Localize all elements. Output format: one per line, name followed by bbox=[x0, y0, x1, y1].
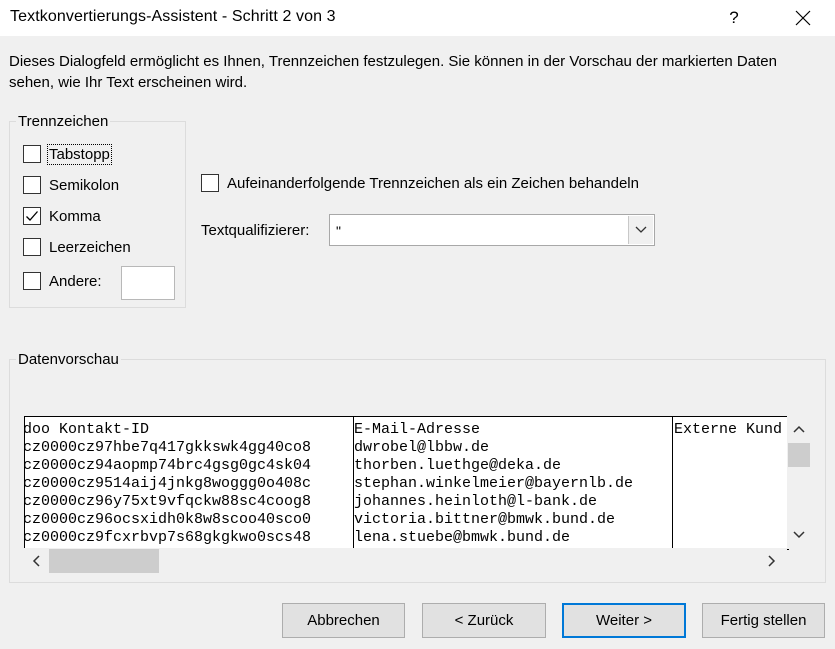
tab-checkbox[interactable] bbox=[23, 145, 41, 163]
space-label: Leerzeichen bbox=[49, 238, 131, 256]
preview-column-1[interactable]: doo Kontakt-ID cz0000cz97hbe7q417gkkswk4… bbox=[25, 417, 353, 549]
preview-column-2[interactable]: E-Mail-Adresse dwrobel@lbbw.de thorben.l… bbox=[354, 417, 672, 549]
next-button[interactable]: Weiter > bbox=[562, 603, 686, 638]
intro-text: Dieses Dialogfeld ermöglicht es Ihnen, T… bbox=[9, 53, 777, 91]
consecutive-checkbox[interactable] bbox=[201, 174, 219, 192]
other-checkbox[interactable] bbox=[23, 272, 41, 290]
preview-cell: cz0000cz9fcxrbvp7s68gkgkwo0scs48 bbox=[24, 529, 312, 546]
consecutive-label: Aufeinanderfolgende Trennzeichen als ein… bbox=[227, 174, 639, 192]
qualifier-dropdown-button[interactable] bbox=[628, 216, 653, 244]
tab-label: Tabstopp bbox=[47, 143, 112, 165]
semicolon-label: Semikolon bbox=[49, 176, 120, 194]
chevron-down-icon bbox=[635, 226, 647, 233]
finish-button[interactable]: Fertig stellen bbox=[702, 603, 825, 638]
chevron-left-icon bbox=[32, 555, 40, 567]
preview-cell: dwrobel@lbbw.de bbox=[354, 439, 490, 456]
semicolon-checkbox[interactable] bbox=[23, 176, 41, 194]
preview-cell: victoria.bittner@bmwk.bund.de bbox=[354, 511, 616, 528]
chevron-down-icon bbox=[793, 531, 805, 539]
preview-cell: cz0000cz96y75xt9vfqckw88sc4coog8 bbox=[24, 493, 312, 510]
preview-vertical-scrollbar[interactable] bbox=[787, 416, 811, 549]
qualifier-label: Textqualifizierer: bbox=[201, 222, 310, 239]
consecutive-option[interactable]: Aufeinanderfolgende Trennzeichen als ein… bbox=[201, 174, 639, 192]
delimiter-comma-option[interactable]: Komma bbox=[23, 207, 101, 225]
scroll-up-button[interactable] bbox=[789, 419, 809, 439]
delimiter-other-option[interactable]: Andere: bbox=[23, 272, 102, 290]
other-delimiter-input[interactable] bbox=[121, 266, 175, 300]
qualifier-select[interactable]: " bbox=[329, 214, 655, 246]
delimiter-space-option[interactable]: Leerzeichen bbox=[23, 238, 131, 256]
comma-label: Komma bbox=[49, 207, 101, 225]
delimiter-tab-option[interactable]: Tabstopp bbox=[23, 143, 112, 165]
delimiter-semicolon-option[interactable]: Semikolon bbox=[23, 176, 119, 194]
cancel-button[interactable]: Abbrechen bbox=[282, 603, 405, 638]
horizontal-scroll-thumb[interactable] bbox=[49, 549, 159, 573]
window-title: Textkonvertierungs-Assistent - Schritt 2… bbox=[10, 8, 336, 25]
preview-cell: thorben.luethge@deka.de bbox=[354, 457, 562, 474]
preview-column-3[interactable]: Externe Kund bbox=[673, 417, 788, 549]
checkmark-icon bbox=[26, 211, 38, 221]
preview-cell: cz0000cz96ocsxidh0k8w8scoo40sco0 bbox=[24, 511, 312, 528]
comma-checkbox[interactable] bbox=[23, 207, 41, 225]
back-button[interactable]: < Zurück bbox=[422, 603, 546, 638]
scroll-left-button[interactable] bbox=[26, 551, 46, 571]
preview-header-2: E-Mail-Adresse bbox=[354, 421, 481, 438]
preview-cell: lena.stuebe@bmwk.bund.de bbox=[354, 529, 571, 546]
preview-cell: johannes.heinloth@l-bank.de bbox=[354, 493, 598, 510]
chevron-right-icon bbox=[768, 555, 776, 567]
vertical-scroll-thumb[interactable] bbox=[788, 443, 810, 467]
help-button[interactable]: ? bbox=[716, 0, 752, 36]
preview-horizontal-scrollbar[interactable] bbox=[24, 548, 787, 574]
other-label: Andere: bbox=[49, 272, 102, 290]
scroll-down-button[interactable] bbox=[789, 525, 809, 545]
preview-cell: cz0000cz9514aij4jnkg8woggg0o408c bbox=[24, 475, 312, 492]
preview-cell: cz0000cz97hbe7q417gkkswk4gg40co8 bbox=[24, 439, 312, 456]
preview-header-3: Externe Kund bbox=[674, 421, 783, 438]
scroll-right-button[interactable] bbox=[762, 551, 782, 571]
chevron-up-icon bbox=[793, 425, 805, 433]
close-icon bbox=[795, 10, 811, 26]
delimiters-group-label: Trennzeichen bbox=[16, 113, 111, 130]
preview-group-label: Datenvorschau bbox=[16, 351, 121, 368]
qualifier-value: " bbox=[336, 223, 341, 239]
close-button[interactable] bbox=[783, 0, 823, 36]
preview-cell: stephan.winkelmeier@bayernlb.de bbox=[354, 475, 634, 492]
preview-cell: cz0000cz94aopmp74brc4gsg0gc4sk04 bbox=[24, 457, 312, 474]
preview-header-1: doo Kontakt-ID bbox=[24, 421, 150, 438]
title-bar: Textkonvertierungs-Assistent - Schritt 2… bbox=[0, 0, 835, 36]
data-preview[interactable]: doo Kontakt-ID cz0000cz97hbe7q417gkkswk4… bbox=[24, 416, 789, 550]
space-checkbox[interactable] bbox=[23, 238, 41, 256]
